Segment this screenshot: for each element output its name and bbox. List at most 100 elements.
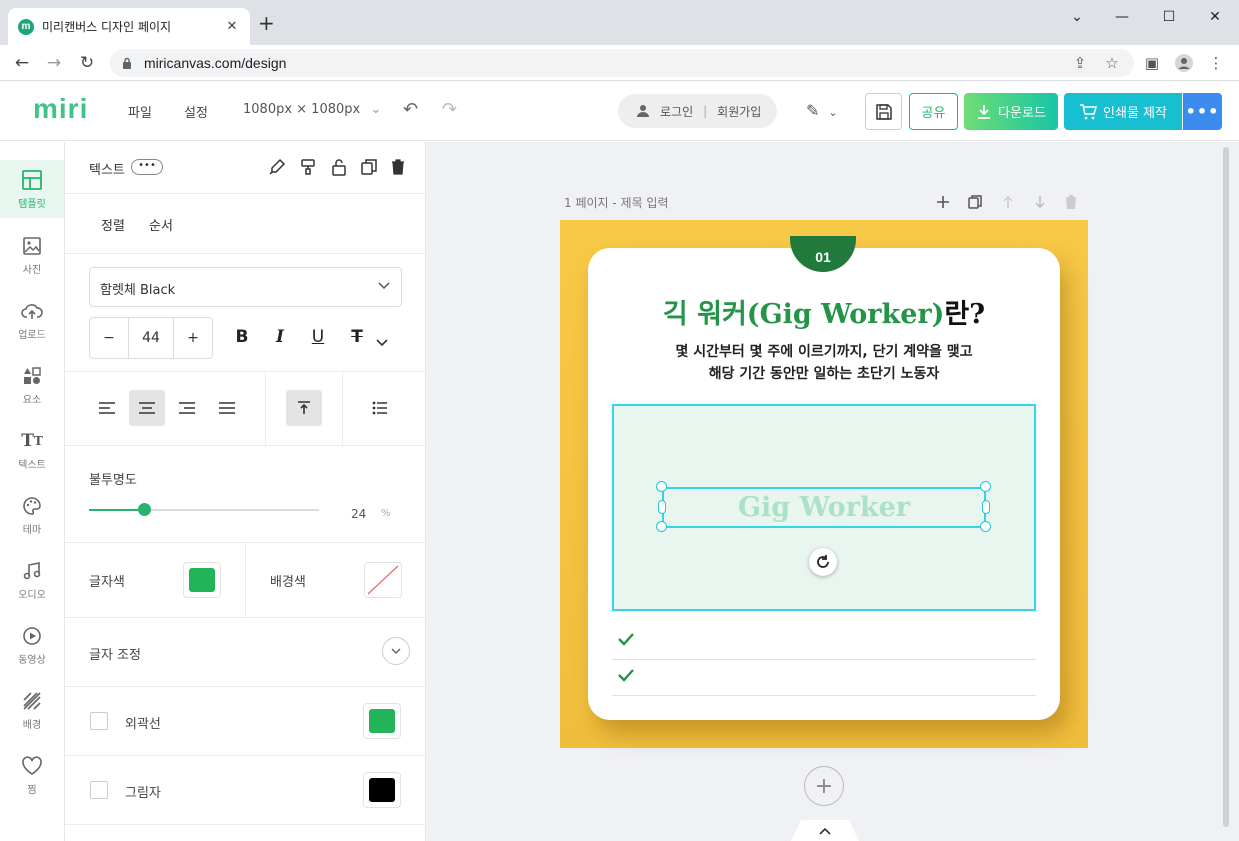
text-color-button[interactable] <box>183 562 221 598</box>
undo-icon[interactable]: ↶ <box>403 99 418 120</box>
sidepanel-icon[interactable]: ▣ <box>1142 53 1162 73</box>
content-card[interactable]: 01 긱 워커(Gig Worker)란? 몇 시간부터 몇 주에 이르기까지,… <box>588 236 1060 720</box>
vertical-align-top-button[interactable] <box>286 390 322 426</box>
vertical-scrollbar[interactable] <box>1223 147 1229 827</box>
tab-search-icon[interactable]: ⌄ <box>1062 6 1092 28</box>
opacity-slider[interactable] <box>89 503 319 516</box>
trash-icon[interactable] <box>389 158 407 176</box>
bold-button[interactable]: B <box>232 327 252 347</box>
rotate-handle[interactable] <box>809 548 837 576</box>
outline-color-button[interactable] <box>363 703 401 739</box>
sidebar-item-audio[interactable]: 오디오 <box>0 551 64 609</box>
move-page-up-icon[interactable] <box>999 193 1017 211</box>
resize-handle-top-right[interactable] <box>980 481 991 492</box>
align-left-button[interactable] <box>89 390 125 426</box>
font-size-input[interactable]: 44 <box>128 318 174 358</box>
add-page-icon[interactable] <box>934 193 952 211</box>
align-center-button[interactable] <box>129 390 165 426</box>
sidebar-item-templates[interactable]: 템플릿 <box>0 160 64 218</box>
underline-button[interactable]: U <box>308 327 328 347</box>
decrease-size-button[interactable]: − <box>90 318 128 358</box>
opacity-value[interactable]: 24 <box>351 507 366 521</box>
expand-button[interactable] <box>382 637 410 665</box>
italic-button[interactable]: I <box>270 327 290 347</box>
login-link[interactable]: 로그인 <box>660 103 693 120</box>
tab-order[interactable]: 순서 <box>149 215 173 234</box>
sidebar-item-elements[interactable]: 요소 <box>0 356 64 414</box>
sidebar-item-favorites[interactable]: 찜 <box>0 746 64 804</box>
redo-icon[interactable]: ↷ <box>442 99 457 120</box>
print-order-button[interactable]: 인쇄물 제작 <box>1064 93 1182 130</box>
sidebar-item-upload[interactable]: 업로드 <box>0 291 64 349</box>
design-page[interactable]: 01 긱 워커(Gig Worker)란? 몇 시간부터 몇 주에 이르기까지,… <box>560 220 1088 748</box>
browser-menu-icon[interactable]: ⋮ <box>1206 53 1226 73</box>
edit-mode-button[interactable]: ✎ ⌄ <box>806 101 838 120</box>
back-button[interactable]: ← <box>10 51 34 75</box>
panel-more-button[interactable]: ••• <box>131 159 163 175</box>
align-justify-button[interactable] <box>209 390 245 426</box>
increase-size-button[interactable]: + <box>174 318 212 358</box>
shadow-checkbox[interactable] <box>90 781 108 799</box>
subtitle-text[interactable]: 몇 시간부터 몇 주에 이르기까지, 단기 계약을 맺고 해당 기간 동안만 일… <box>588 341 1060 385</box>
reload-button[interactable]: ↻ <box>75 51 99 75</box>
selected-text-element[interactable]: Gig Worker <box>662 487 986 528</box>
new-tab-button[interactable]: + <box>258 13 275 33</box>
profile-avatar-icon[interactable] <box>1174 53 1194 73</box>
browser-tab[interactable]: m 미리캔버스 디자인 페이지 ✕ <box>8 8 250 45</box>
signup-link[interactable]: 회원가입 <box>717 103 761 120</box>
eyedropper-icon[interactable] <box>268 158 286 176</box>
image-frame[interactable]: Gig Worker <box>612 404 1036 611</box>
bg-color-button[interactable] <box>364 562 402 598</box>
headline-text[interactable]: 긱 워커(Gig Worker)란? <box>588 292 1060 331</box>
bookmark-star-icon[interactable]: ☆ <box>1102 53 1122 73</box>
forward-button[interactable]: → <box>42 51 66 75</box>
unlock-icon[interactable] <box>330 158 348 176</box>
menu-file[interactable]: 파일 <box>128 102 152 121</box>
resize-handle-right[interactable] <box>982 500 990 514</box>
save-button[interactable] <box>865 93 902 130</box>
list-button[interactable] <box>362 390 398 426</box>
sidebar-item-text[interactable]: TT 텍스트 <box>0 421 64 479</box>
shadow-color-button[interactable] <box>363 772 401 808</box>
add-page-button[interactable]: + <box>804 766 844 806</box>
text-adjust-section[interactable]: 글자 조정 <box>65 618 425 687</box>
opacity-slider-handle[interactable] <box>138 503 152 516</box>
strikethrough-button[interactable]: T <box>347 327 367 347</box>
share-page-icon[interactable]: ⇪ <box>1070 53 1090 73</box>
shadow-row: 그림자 <box>65 756 425 825</box>
sidebar-item-background[interactable]: 배경 <box>0 681 64 739</box>
url-bar[interactable]: miricanvas.com/design <box>110 49 1134 77</box>
font-family-select[interactable]: 함렛체 Black <box>89 267 402 307</box>
resize-handle-bottom-left[interactable] <box>656 521 667 532</box>
number-badge[interactable]: 01 <box>790 236 856 272</box>
resize-handle-bottom-right[interactable] <box>980 521 991 532</box>
outline-checkbox[interactable] <box>90 712 108 730</box>
tab-close-icon[interactable]: ✕ <box>224 19 240 34</box>
maximize-button[interactable]: ☐ <box>1154 6 1184 28</box>
delete-page-icon[interactable] <box>1062 193 1080 211</box>
sidebar-item-theme[interactable]: 테마 <box>0 486 64 544</box>
align-right-button[interactable] <box>169 390 205 426</box>
download-button[interactable]: 다운로드 <box>964 93 1058 130</box>
share-button[interactable]: 공유 <box>909 93 958 130</box>
move-page-down-icon[interactable] <box>1031 193 1049 211</box>
format-painter-icon[interactable] <box>299 158 317 176</box>
more-options-button[interactable]: ••• <box>1183 93 1222 130</box>
duplicate-icon[interactable] <box>360 158 378 176</box>
chevron-down-icon[interactable] <box>375 335 389 349</box>
sidebar-item-photos[interactable]: 사진 <box>0 226 64 284</box>
duplicate-page-icon[interactable] <box>966 193 984 211</box>
checklist-item[interactable] <box>612 660 1036 696</box>
page-title-input[interactable]: 1 페이지 - 제목 입력 <box>564 194 669 211</box>
tab-align[interactable]: 정렬 <box>101 215 125 234</box>
menu-settings[interactable]: 설정 <box>184 102 208 121</box>
canvas-size-dropdown[interactable]: 1080px × 1080px ⌄ <box>243 102 381 117</box>
resize-handle-top-left[interactable] <box>656 481 667 492</box>
checklist-item[interactable] <box>612 624 1036 660</box>
sidebar-item-video[interactable]: 동영상 <box>0 616 64 674</box>
resize-handle-left[interactable] <box>658 500 666 514</box>
logo[interactable]: miri <box>33 93 88 125</box>
close-window-button[interactable]: ✕ <box>1200 6 1230 28</box>
page-panel-toggle[interactable] <box>791 820 859 841</box>
minimize-button[interactable]: — <box>1107 6 1137 28</box>
